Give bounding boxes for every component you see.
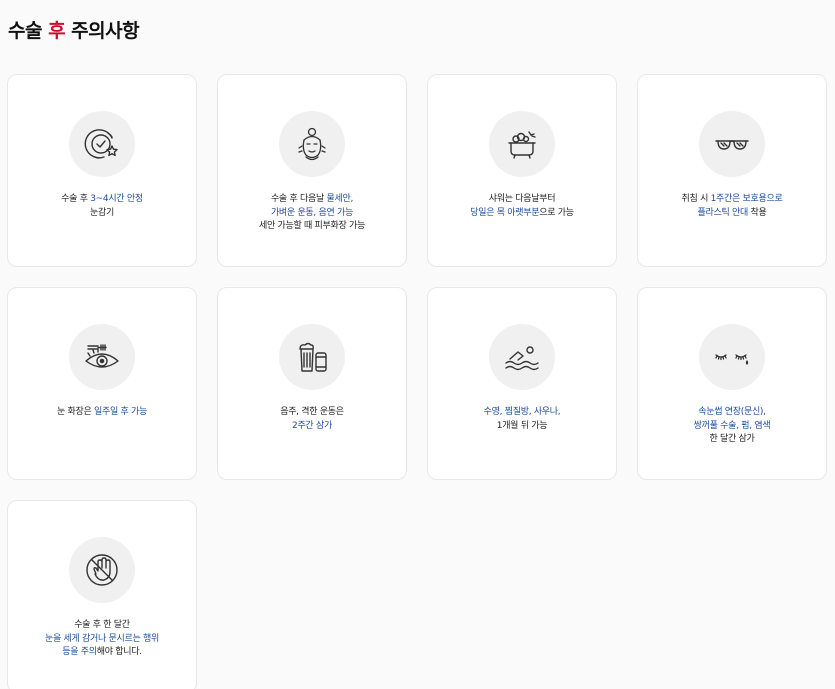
text-highlight: 3~4시간 안정 — [90, 194, 143, 204]
text-highlight: 일주일 후 가능 — [94, 407, 148, 417]
card-text: 수영, 찜질방, 사우나, 1개월 뒤 가능 — [428, 406, 616, 433]
care-card-shower: 샤워는 다음날부터 당일은 목 아랫부분으로 가능 — [427, 74, 617, 267]
card-text: 수술 후 다음날 물세안, 가벼운 운동, 음연 가능 세안 가능할 때 피부화… — [218, 193, 406, 234]
text-segment: 눈 화장은 — [56, 407, 95, 417]
text-highlight: 1주간은 보호용으로 — [710, 194, 783, 204]
card-text: 수술 후 한 달간 눈을 세게 감거나 문시르는 행위 등을 주의해야 합니다. — [8, 619, 196, 660]
text-segment: 수술 후 다음날 — [270, 194, 327, 204]
text-segment: 수술 후 — [61, 194, 91, 204]
care-card-swimming: 수영, 찜질방, 사우나, 1개월 뒤 가능 — [427, 287, 617, 480]
care-card-face-wash: 수술 후 다음날 물세안, 가벼운 운동, 음연 가능 세안 가능할 때 피부화… — [217, 74, 407, 267]
card-text: 속눈썹 연장(문신), 쌍꺼풀 수술, 펌, 염색 한 달간 삼가 — [638, 406, 826, 447]
care-card-no-rubbing: 수술 후 한 달간 눈을 세게 감거나 문시르는 행위 등을 주의해야 합니다. — [7, 500, 197, 689]
card-text: 음주, 격한 운동은 2주간 삼가 — [218, 406, 406, 433]
text-highlight: 수영, 찜질방, 사우나, — [483, 407, 561, 417]
face-wash-icon — [279, 111, 345, 177]
sunglasses-icon — [699, 111, 765, 177]
text-segment: 착용 — [747, 207, 767, 218]
clock-star-icon — [69, 111, 135, 177]
text-segment: 수술 후 한 달간 — [74, 620, 130, 630]
card-text: 눈 화장은 일주일 후 가능 — [8, 406, 196, 420]
text-segment: 한 달간 삼가 — [709, 434, 755, 444]
text-highlight: 가벼운 운동, 음연 가능 — [270, 207, 354, 218]
text-highlight: 당일은 목 아랫부분 — [470, 207, 540, 218]
care-card-rest: 수술 후 3~4시간 안정 눈감기 — [7, 74, 197, 267]
card-text: 수술 후 3~4시간 안정 눈감기 — [8, 193, 196, 220]
swimming-icon — [489, 324, 555, 390]
text-highlight: 눈을 세게 감거나 문시르는 행위 — [45, 633, 159, 644]
title-accent: 후 — [48, 20, 66, 42]
care-card-drinking: 음주, 격한 운동은 2주간 삼가 — [217, 287, 407, 480]
no-hand-icon — [69, 537, 135, 603]
text-highlight: 등을 주의 — [62, 647, 97, 657]
text-segment: 음주, 격한 운동은 — [280, 407, 344, 417]
care-card-eye-makeup: 눈 화장은 일주일 후 가능 — [7, 287, 197, 480]
text-segment: 눈감기 — [90, 207, 114, 218]
text-highlight: 쌍꺼풀 수술, 펌, 염색 — [693, 420, 771, 431]
text-segment: 해야 합니다. — [96, 647, 142, 657]
text-segment: 1개월 뒤 가능 — [496, 420, 548, 431]
care-card-sleep-guard: 취침 시 1주간은 보호용으로 플라스틱 안대 착용 — [637, 74, 827, 267]
card-text: 취침 시 1주간은 보호용으로 플라스틱 안대 착용 — [638, 193, 826, 220]
title-pre: 수술 — [8, 20, 49, 42]
text-highlight: 2주간 삼가 — [292, 420, 332, 431]
beer-can-icon — [279, 324, 345, 390]
text-segment: 취침 시 — [681, 194, 711, 204]
text-highlight: 속눈썹 연장(문신), — [698, 407, 766, 417]
title-post: 주의사항 — [65, 20, 140, 42]
care-card-eyelash: 속눈썹 연장(문신), 쌍꺼풀 수술, 펌, 염색 한 달간 삼가 — [637, 287, 827, 480]
text-segment: 세안 가능할 때 피부화장 가능 — [258, 221, 365, 231]
text-segment: 샤워는 다음날부터 — [488, 194, 556, 204]
bath-tub-icon — [489, 111, 555, 177]
eye-mascara-icon — [69, 324, 135, 390]
text-highlight: 물세안, — [326, 194, 354, 204]
page-title: 수술 후 주의사항 — [8, 16, 140, 43]
text-segment: 으로 가능 — [539, 207, 574, 218]
card-text: 샤워는 다음날부터 당일은 목 아랫부분으로 가능 — [428, 193, 616, 220]
text-highlight: 플라스틱 안대 — [697, 207, 749, 218]
closed-eyes-icon — [699, 324, 765, 390]
